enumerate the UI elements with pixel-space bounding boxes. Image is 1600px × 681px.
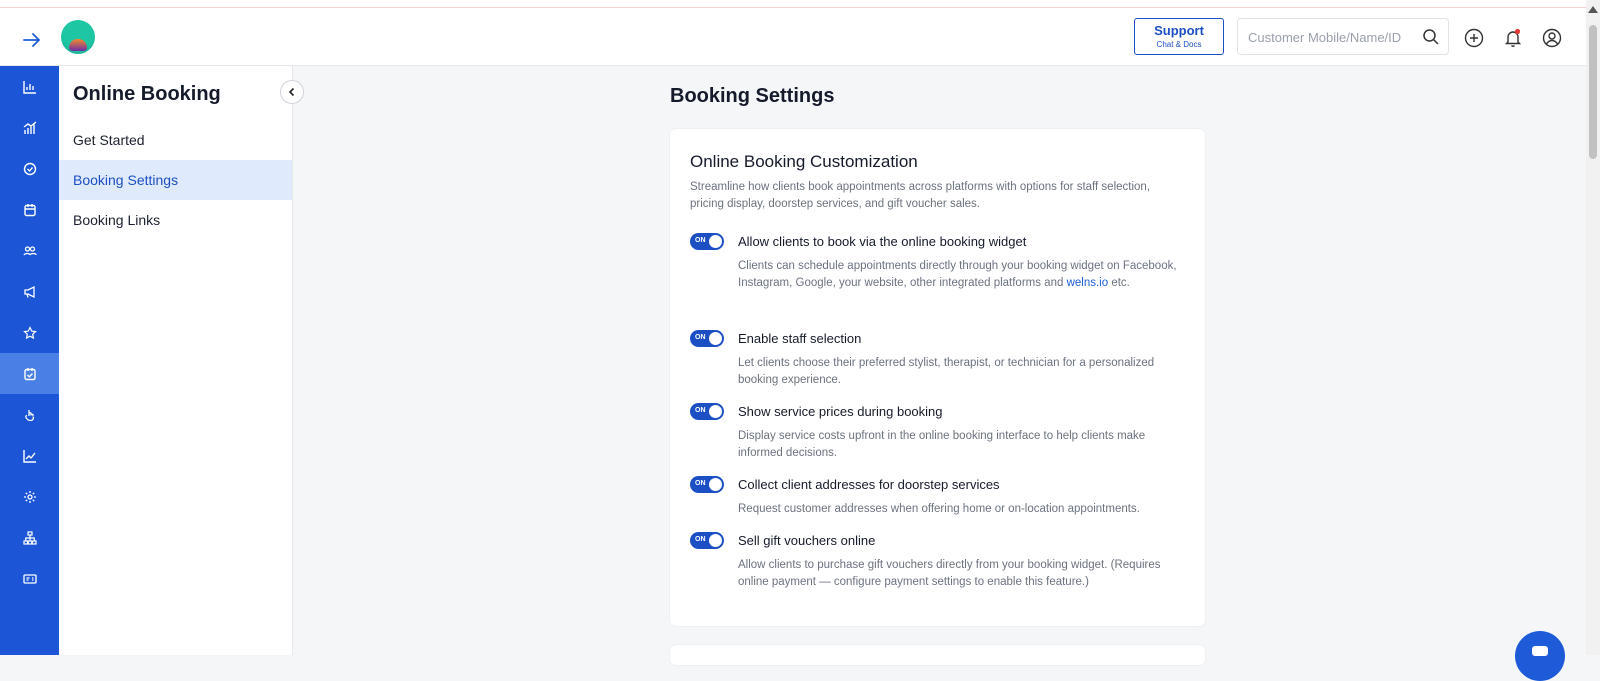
collapse-subnav-button[interactable] (280, 80, 304, 104)
booking-icon (23, 367, 36, 380)
toggle-knob (709, 534, 722, 547)
staff-selection-toggle[interactable]: ON (690, 330, 724, 347)
settings-icon (23, 490, 36, 503)
rail-item-online-booking[interactable] (0, 353, 59, 394)
rail-item-reviews[interactable] (0, 312, 59, 353)
top-header: Support Chat & Docs (0, 8, 1586, 66)
icon-rail (0, 66, 59, 655)
hierarchy-icon (22, 530, 37, 545)
card-description: Streamline how clients book appointments… (690, 181, 1151, 210)
option-title: Sell gift vouchers online (738, 533, 876, 548)
rail-item-calendar[interactable] (0, 189, 59, 230)
toggle-state-label: ON (695, 536, 706, 543)
option-description: Allow clients to purchase gift vouchers … (738, 559, 1161, 588)
option-description: Clients can schedule appointments direct… (738, 258, 1178, 292)
option-description: Let clients choose their preferred styli… (738, 357, 1155, 386)
search-icon[interactable] (1422, 28, 1440, 46)
toggle-knob (709, 332, 722, 345)
support-label: Support (1154, 23, 1204, 38)
chevron-left-icon (288, 87, 295, 97)
customer-search (1237, 18, 1449, 55)
booking-customization-card: Online Booking Customization Streamline … (670, 129, 1205, 626)
option-title: Show service prices during booking (738, 404, 943, 419)
scroll-up-icon[interactable] (1588, 6, 1598, 13)
rail-item-settings[interactable] (0, 476, 59, 517)
support-sublabel: Chat & Docs (1156, 40, 1202, 49)
toggle-state-label: ON (695, 480, 706, 487)
rail-item-touch[interactable] (0, 394, 59, 435)
customer-search-input[interactable] (1248, 28, 1418, 46)
notification-bell-icon[interactable] (1502, 27, 1524, 49)
option-description: Request customer addresses when offering… (738, 503, 1140, 515)
toggle-state-label: ON (695, 407, 706, 414)
rail-item-marketing[interactable] (0, 271, 59, 312)
subnav-item-booking-settings[interactable]: Booking Settings (59, 160, 292, 200)
star-icon (22, 325, 37, 339)
card-title: Online Booking Customization (690, 152, 918, 171)
gift-vouchers-toggle[interactable]: ON (690, 532, 724, 549)
rail-item-analytics[interactable] (0, 107, 59, 148)
toggle-knob (709, 478, 722, 491)
customers-icon (22, 245, 37, 255)
option-description: Display service costs upfront in the onl… (738, 430, 1146, 459)
calendar-icon (23, 203, 36, 216)
subnav-item-booking-links[interactable]: Booking Links (59, 200, 292, 240)
scrollbar-thumb[interactable] (1589, 25, 1597, 159)
toggle-state-label: ON (695, 334, 706, 341)
welns-link[interactable]: welns.io (1067, 277, 1109, 289)
subnav-item-get-started[interactable]: Get Started (59, 120, 292, 160)
toggle-knob (709, 235, 722, 248)
analytics-icon (23, 120, 36, 134)
subnav-title: Online Booking (73, 83, 221, 105)
rail-item-reports[interactable] (0, 435, 59, 476)
next-settings-card (670, 645, 1205, 665)
online-booking-subnav: Online Booking Get Started Booking Setti… (59, 66, 293, 655)
toggle-state-label: ON (695, 237, 706, 244)
hand-icon (24, 409, 34, 421)
chat-widget-button[interactable] (1515, 631, 1565, 681)
option-title: Allow clients to book via the online boo… (738, 234, 1027, 249)
toggle-knob (709, 405, 722, 418)
top-border (0, 0, 1600, 8)
rail-item-membership[interactable] (0, 558, 59, 599)
support-button[interactable]: Support Chat & Docs (1134, 18, 1224, 55)
expand-arrow-icon[interactable] (20, 28, 44, 52)
dashboard-icon (22, 80, 36, 94)
add-circle-icon[interactable] (1463, 27, 1485, 49)
doorstep-addresses-toggle[interactable]: ON (690, 476, 724, 493)
brand-logo[interactable] (61, 20, 95, 54)
rail-item-tasks[interactable] (0, 148, 59, 189)
option-description-tail: etc. (1111, 277, 1130, 289)
rail-item-dashboard[interactable] (0, 66, 59, 107)
booking-widget-toggle[interactable]: ON (690, 233, 724, 250)
user-account-icon[interactable] (1541, 27, 1563, 49)
rail-item-customers[interactable] (0, 230, 59, 271)
option-title: Collect client addresses for doorstep se… (738, 477, 1000, 492)
rail-item-organization[interactable] (0, 517, 59, 558)
page-scrollbar[interactable] (1586, 0, 1600, 655)
id-card-icon (22, 573, 37, 584)
show-prices-toggle[interactable]: ON (690, 403, 724, 420)
check-circle-icon (23, 162, 36, 175)
page-title: Booking Settings (670, 85, 835, 107)
trend-icon (22, 449, 36, 463)
megaphone-icon (23, 285, 35, 298)
option-title: Enable staff selection (738, 331, 862, 346)
